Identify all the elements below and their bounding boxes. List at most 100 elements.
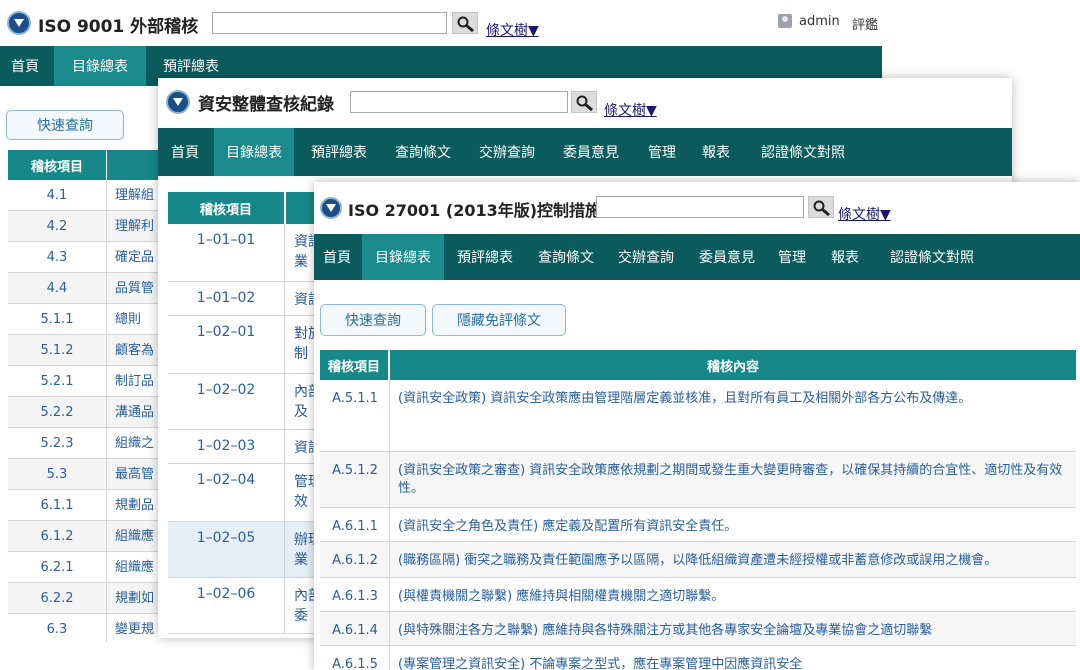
cell-text[interactable]: (資訊安全政策) 資訊安全政策應由管理階層定義並核准，且對所有員工及相關外部各方…: [398, 390, 1070, 408]
nav-query-clause[interactable]: 查詢條文: [528, 234, 604, 280]
cell-code[interactable]: 1–02–01: [168, 324, 284, 340]
window-titlebar: 資安整體查核紀錄 條文樹▼: [158, 78, 1012, 128]
cell-code[interactable]: 4.4: [8, 281, 106, 296]
nav-cert-map[interactable]: 認證條文對照: [748, 128, 858, 176]
cell-text[interactable]: (與權責機關之聯繫) 應維持與相關權責機關之適切聯繫。: [398, 588, 1070, 606]
cell-code[interactable]: A.6.1.5: [320, 657, 390, 670]
cell-code[interactable]: 5.2.1: [8, 374, 106, 389]
search-input[interactable]: [212, 12, 447, 34]
col-header-content: 稽核內容: [390, 350, 1076, 380]
cell-code[interactable]: 4.1: [8, 188, 106, 203]
nav-query-clause[interactable]: 查詢條文: [384, 128, 462, 176]
cell-code[interactable]: 1–02–04: [168, 472, 284, 488]
search-icon: [457, 16, 474, 32]
user-name[interactable]: admin: [799, 14, 840, 29]
nav-committee[interactable]: 委員意見: [552, 128, 630, 176]
cell-code[interactable]: 5.2.2: [8, 405, 106, 420]
logo-icon: [320, 197, 342, 219]
window-iso27001: ISO 27001 (2013年版)控制措施 條文樹▼ 首頁 目錄總表 預評總表…: [314, 182, 1080, 670]
nav-manage[interactable]: 管理: [636, 128, 688, 176]
quick-search-button[interactable]: 快速查詢: [6, 110, 124, 140]
window-title: ISO 9001 外部稽核: [38, 17, 199, 37]
row-divider: [168, 633, 328, 634]
search-icon: [576, 95, 593, 111]
clause-tree-link[interactable]: 條文樹▼: [486, 20, 539, 40]
col-header-item: 稽核項目: [320, 350, 388, 380]
cell-text[interactable]: 資訊 業: [294, 232, 316, 272]
cell-code[interactable]: 6.3: [8, 622, 106, 637]
cell-code[interactable]: 1–02–06: [168, 586, 284, 602]
avatar-icon: [778, 14, 792, 28]
cell-code[interactable]: 6.2.1: [8, 560, 106, 575]
cell-code[interactable]: 1–01–02: [168, 290, 284, 306]
nav-pre-review[interactable]: 預評總表: [298, 128, 380, 176]
main-nav: 首頁 目錄總表 預評總表 查詢條文 交辦查詢 委員意見 管理 報表 認證條文對照: [314, 234, 1080, 280]
cell-text[interactable]: (職務區隔) 衝突之職務及責任範圍應予以區隔，以降低組織資產遭未經授權或非蓄意修…: [398, 552, 1070, 570]
cell-text[interactable]: 資訊: [294, 290, 316, 310]
cell-text[interactable]: (專案管理之資訊安全) 不論專案之型式，應在專案管理中因應資訊安全: [398, 656, 1070, 670]
nav-pre-review[interactable]: 預評總表: [446, 234, 524, 280]
nav-catalog[interactable]: 目錄總表: [54, 46, 146, 86]
nav-manage[interactable]: 管理: [770, 234, 814, 280]
user-extra[interactable]: 評鑑: [852, 14, 878, 33]
cell-code[interactable]: 5.1.2: [8, 343, 106, 358]
search-button[interactable]: [571, 91, 597, 113]
cell-code[interactable]: 1–02–05: [168, 530, 284, 546]
quick-search-button[interactable]: 快速查詢: [320, 304, 426, 336]
nav-committee[interactable]: 委員意見: [688, 234, 766, 280]
hide-exempt-button[interactable]: 隱藏免評條文: [432, 304, 566, 336]
nav-assignment[interactable]: 交辦查詢: [468, 128, 546, 176]
cell-text[interactable]: (與特殊關注各方之聯繫) 應維持與各特殊關注方或其他各專家安全論壇及專業協會之適…: [398, 622, 1070, 640]
cell-code[interactable]: A.6.1.1: [320, 519, 390, 534]
nav-home[interactable]: 首頁: [314, 234, 360, 280]
clause-tree-link[interactable]: 條文樹▼: [838, 204, 891, 224]
cell-text[interactable]: 辦理 業: [294, 530, 316, 570]
nav-home[interactable]: 首頁: [0, 46, 50, 86]
col-header-item: 稽核項目: [168, 192, 284, 224]
search-input[interactable]: [350, 91, 568, 113]
cell-text[interactable]: (資訊安全政策之審查) 資訊安全政策應依規劃之期間或發生重大變更時審查，以確保其…: [398, 462, 1070, 498]
nav-catalog[interactable]: 目錄總表: [362, 234, 444, 280]
cell-code[interactable]: 1–02–02: [168, 382, 284, 398]
cell-code[interactable]: A.6.1.4: [320, 623, 390, 638]
window-titlebar: ISO 27001 (2013年版)控制措施 條文樹▼: [314, 182, 1080, 234]
clause-tree-link[interactable]: 條文樹▼: [604, 100, 657, 120]
cell-code[interactable]: 5.1.1: [8, 312, 106, 327]
window-title: 資安整體查核紀錄: [198, 95, 334, 115]
cell-code[interactable]: 4.3: [8, 250, 106, 265]
cell-text[interactable]: 對於 制: [294, 324, 316, 364]
window-titlebar: ISO 9001 外部稽核 條文樹▼ admin 評鑑: [0, 0, 882, 46]
nav-assignment[interactable]: 交辦查詢: [608, 234, 684, 280]
cell-text[interactable]: 資訊: [294, 438, 316, 458]
cell-text[interactable]: 內部 委: [294, 586, 316, 626]
nav-report[interactable]: 報表: [692, 128, 740, 176]
nav-report[interactable]: 報表: [822, 234, 868, 280]
col-divider: [284, 224, 285, 634]
nav-cert-map[interactable]: 認證條文對照: [876, 234, 988, 280]
cell-code[interactable]: A.6.1.3: [320, 589, 390, 604]
search-input[interactable]: [596, 196, 804, 218]
logo-icon: [7, 11, 31, 35]
cell-text[interactable]: 管理 效: [294, 472, 316, 512]
cell-code[interactable]: 6.1.1: [8, 498, 106, 513]
col-divider: [106, 180, 107, 642]
cell-code[interactable]: 6.1.2: [8, 529, 106, 544]
logo-icon: [166, 90, 190, 114]
cell-text[interactable]: (資訊安全之角色及責任) 應定義及配置所有資訊安全責任。: [398, 518, 1070, 536]
search-button[interactable]: [808, 196, 834, 218]
cell-code[interactable]: 1–01–01: [168, 232, 284, 248]
cell-code[interactable]: A.5.1.2: [320, 463, 390, 478]
col-header-item: 稽核項目: [8, 150, 106, 180]
cell-code[interactable]: A.5.1.1: [320, 391, 390, 406]
main-nav: 首頁 目錄總表 預評總表 查詢條文 交辦查詢 委員意見 管理 報表 認證條文對照: [158, 128, 1012, 176]
cell-code[interactable]: 1–02–03: [168, 438, 284, 454]
nav-home[interactable]: 首頁: [158, 128, 212, 176]
cell-code[interactable]: 4.2: [8, 219, 106, 234]
cell-code[interactable]: 5.3: [8, 467, 106, 482]
nav-catalog[interactable]: 目錄總表: [214, 128, 294, 176]
cell-code[interactable]: 5.2.3: [8, 436, 106, 451]
cell-code[interactable]: A.6.1.2: [320, 553, 390, 568]
cell-code[interactable]: 6.2.2: [8, 591, 106, 606]
cell-text[interactable]: 內部 及: [294, 382, 316, 422]
search-button[interactable]: [452, 12, 478, 34]
